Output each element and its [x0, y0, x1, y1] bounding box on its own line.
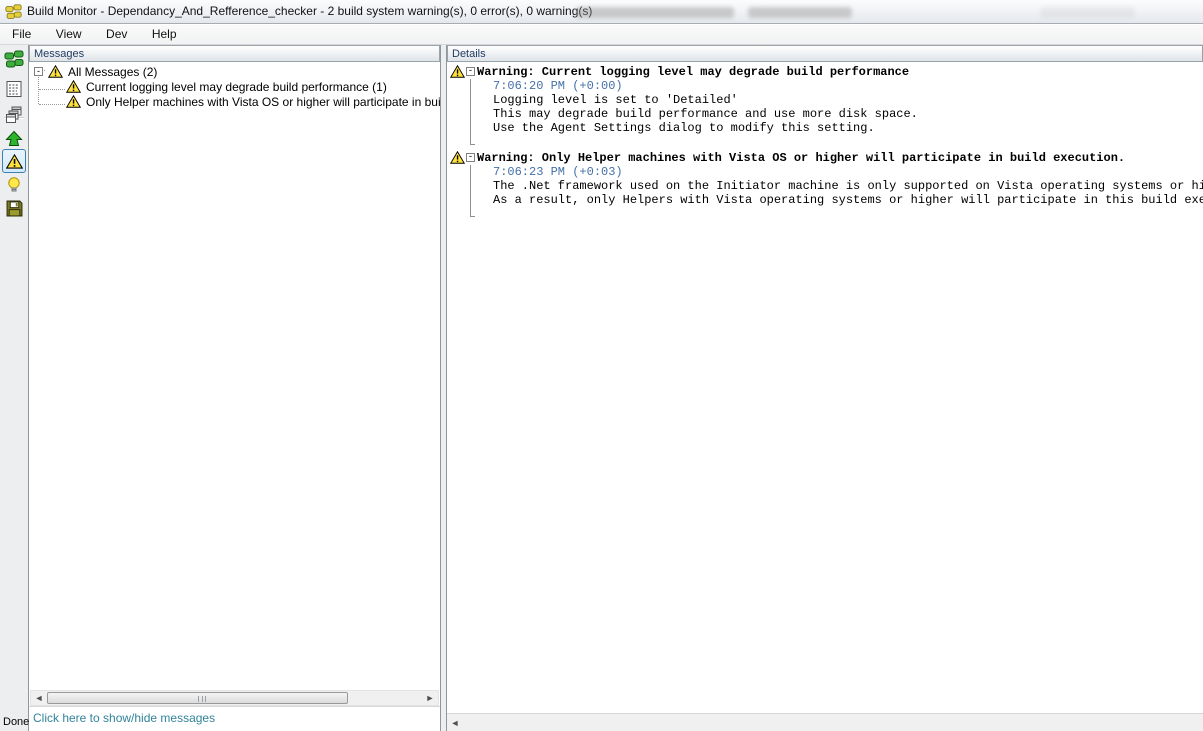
warning-triangle-icon	[450, 65, 465, 78]
warning-title: Warning: Only Helper machines with Vista…	[477, 151, 1203, 165]
tree-label[interactable]: Current logging level may degrade build …	[86, 80, 387, 94]
details-entry: - Warning: Current logging level may deg…	[447, 65, 1203, 151]
warning-detail-line: As a result, only Helpers with Vista ope…	[493, 193, 1203, 207]
collapse-toggle[interactable]: -	[34, 67, 43, 76]
tree-row-all-messages[interactable]: - All Messages (2)	[29, 64, 440, 79]
title-bar: Build Monitor - Dependancy_And_Refferenc…	[0, 0, 1203, 24]
messages-panel-header: Messages	[29, 45, 440, 62]
menu-dev[interactable]: Dev	[96, 25, 137, 45]
redacted-text-blob	[1040, 7, 1135, 18]
tree-row-message[interactable]: Only Helper machines with Vista OS or hi…	[29, 94, 440, 109]
warning-timestamp: 7:06:23 PM (+0:03)	[493, 165, 1203, 179]
warning-detail-line: Use the Agent Settings dialog to modify …	[493, 121, 1203, 135]
details-entry: - Warning: Only Helper machines with Vis…	[447, 151, 1203, 223]
messages-tree: - All Messages (2)	[29, 62, 440, 690]
show-hide-messages-link[interactable]: Click here to show/hide messages	[33, 711, 215, 725]
warning-triangle-icon	[48, 65, 63, 78]
warning-detail-line: The .Net framework used on the Initiator…	[493, 179, 1203, 193]
save-floppy-icon[interactable]	[2, 196, 26, 220]
projects-windows-icon[interactable]	[2, 102, 26, 126]
redacted-text-blob	[748, 7, 852, 18]
warning-timestamp: 7:06:20 PM (+0:00)	[493, 79, 1203, 93]
tree-label[interactable]: All Messages (2)	[68, 65, 157, 79]
scrollbar-thumb[interactable]	[47, 692, 348, 704]
details-panel-header: Details	[447, 45, 1203, 62]
menu-file[interactable]: File	[2, 25, 41, 45]
scrollbar-grip-icon	[198, 696, 206, 702]
collapse-toggle[interactable]: -	[466, 153, 475, 162]
build-monitor-window: Build Monitor - Dependancy_And_Refferenc…	[0, 0, 1203, 731]
messages-panel: Messages - All Messages (2)	[29, 45, 441, 731]
window-title: Build Monitor - Dependancy_And_Refferenc…	[27, 4, 592, 18]
warning-triangle-icon	[66, 95, 81, 108]
messages-footer: Click here to show/hide messages	[29, 706, 440, 731]
collapse-toggle[interactable]: -	[466, 67, 475, 76]
tree-row-message[interactable]: Current logging level may degrade build …	[29, 79, 440, 94]
left-toolbar: Done	[0, 45, 29, 731]
tree-label[interactable]: Only Helper machines with Vista OS or hi…	[86, 95, 440, 109]
redacted-text-blob	[576, 7, 734, 18]
warning-triangle-icon	[450, 151, 465, 164]
details-body: - Warning: Current logging level may deg…	[447, 62, 1203, 713]
warning-triangle-icon	[66, 80, 81, 93]
scroll-left-arrow-icon[interactable]: ◄	[31, 691, 47, 705]
status-text: Done	[3, 716, 29, 728]
menu-bar: File View Dev Help	[0, 25, 1203, 45]
app-bricks-icon	[5, 4, 22, 21]
messages-horizontal-scrollbar[interactable]: ◄ ►	[30, 690, 439, 706]
scroll-left-arrow-icon[interactable]: ◄	[447, 716, 463, 730]
warning-title: Warning: Current logging level may degra…	[477, 65, 1203, 79]
warning-detail-line: Logging level is set to 'Detailed'	[493, 93, 1203, 107]
tips-lightbulb-icon[interactable]	[2, 173, 26, 197]
warnings-triangle-icon[interactable]	[2, 149, 26, 173]
build-bricks-icon[interactable]	[2, 48, 26, 72]
tree-connector	[470, 165, 475, 217]
warning-detail-line: This may degrade build performance and u…	[493, 107, 1203, 121]
output-log-icon[interactable]	[2, 77, 26, 101]
scroll-right-arrow-icon[interactable]: ►	[422, 691, 438, 705]
menu-view[interactable]: View	[46, 25, 92, 45]
details-horizontal-scrollbar[interactable]: ◄	[447, 713, 1203, 731]
summary-up-arrow-icon[interactable]	[2, 127, 26, 151]
menu-help[interactable]: Help	[142, 25, 187, 45]
tree-connector	[470, 79, 475, 145]
details-panel: Details - Warning: Current logging level…	[447, 45, 1203, 731]
